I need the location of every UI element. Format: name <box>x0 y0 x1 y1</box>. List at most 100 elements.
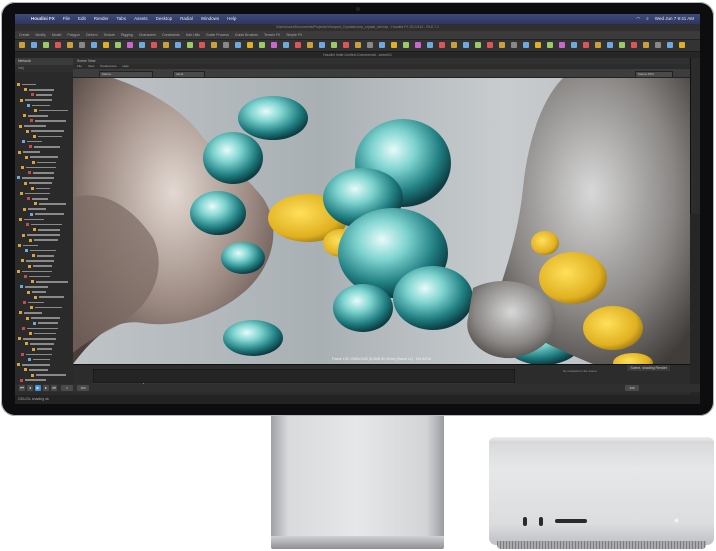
skip-end-icon[interactable]: ⏭ <box>51 385 57 391</box>
shelf-tool-icon[interactable] <box>619 42 625 48</box>
render-image[interactable]: Frame 193, 2560x1440 (8.2MB 80.40ms) (fr… <box>73 78 690 364</box>
clock[interactable]: Wed Jun 7 9:41 AM <box>655 14 694 24</box>
shelf-tool-icon[interactable] <box>535 42 541 48</box>
shelf-tool-icon[interactable] <box>199 42 205 48</box>
shelf-tool-icon[interactable] <box>475 42 481 48</box>
viewport-menu-item[interactable]: View <box>88 64 94 68</box>
network-panel-header[interactable]: Network <box>15 58 73 65</box>
shelf-tab[interactable]: Rigging <box>121 31 133 39</box>
shelf-tab[interactable]: Texture <box>104 31 115 39</box>
shelf-tab[interactable]: Modify <box>36 31 46 39</box>
shelf-tool-icon[interactable] <box>355 42 361 48</box>
shelf-tool-icon[interactable] <box>103 42 109 48</box>
shelf-tool-icon[interactable] <box>43 42 49 48</box>
shelf-tab[interactable]: Guide Process <box>206 31 229 39</box>
network-path[interactable]: /obj <box>15 65 73 72</box>
shelf-tool-icon[interactable] <box>403 42 409 48</box>
menu-item[interactable]: Help <box>227 14 236 24</box>
viewport-menu-item[interactable]: File <box>77 64 82 68</box>
shelf-tool-icon[interactable] <box>319 42 325 48</box>
shelf-tool-icon[interactable] <box>31 42 37 48</box>
shelf-tool-icon[interactable] <box>295 42 301 48</box>
shelf-tool-icon[interactable] <box>643 42 649 48</box>
shelf-tool-icon[interactable] <box>115 42 121 48</box>
shelf-tab[interactable]: Create <box>19 31 30 39</box>
shelf-tool-icon[interactable] <box>235 42 241 48</box>
shelf-tool-icon[interactable] <box>91 42 97 48</box>
step-back-icon[interactable]: ◂ <box>27 385 33 391</box>
frame-end-field[interactable]: 240 <box>625 385 639 391</box>
menu-item[interactable]: Desktop <box>156 14 173 24</box>
viewport-menu-item[interactable]: Help <box>122 64 128 68</box>
search-icon[interactable]: ⌕ <box>646 14 649 24</box>
render-delegate-select[interactable]: Karma XPU <box>635 70 673 78</box>
shelf-tool-icon[interactable] <box>151 42 157 48</box>
shelf-tool-icon[interactable] <box>79 42 85 48</box>
viewport-menu-item[interactable]: Preferences <box>100 64 116 68</box>
menu-item[interactable]: Render <box>94 14 109 24</box>
shelf-tool-icon[interactable] <box>307 42 313 48</box>
scene-viewport[interactable]: Scene View File View Preferences Help Karma… <box>73 58 694 364</box>
menu-item[interactable]: Assets <box>134 14 148 24</box>
shelf-tab[interactable]: Guide Brushes <box>235 31 258 39</box>
shelf-tool-icon[interactable] <box>463 42 469 48</box>
timeline-track[interactable] <box>93 369 515 383</box>
shelf-tab[interactable]: Terrain FX <box>264 31 280 39</box>
shelf-tool-icon[interactable] <box>163 42 169 48</box>
shelf-tool-icon[interactable] <box>607 42 613 48</box>
menu-item[interactable]: Windows <box>201 14 219 24</box>
shelf-tool-icon[interactable] <box>487 42 493 48</box>
renderer-select[interactable]: Karma <box>99 70 153 78</box>
shelf-tool-icon[interactable] <box>223 42 229 48</box>
menu-item[interactable]: Edit <box>78 14 86 24</box>
shelf-tool-icon[interactable] <box>55 42 61 48</box>
shelf-tool-icon[interactable] <box>631 42 637 48</box>
wifi-icon[interactable]: ◠ <box>636 14 640 24</box>
step-forward-icon[interactable]: ▸ <box>43 385 49 391</box>
shelf-tool-icon[interactable] <box>451 42 457 48</box>
shelf-tool-icon[interactable] <box>259 42 265 48</box>
skip-start-icon[interactable]: ⏮ <box>19 385 25 391</box>
tree-row[interactable] <box>17 378 71 383</box>
shelf-tool-icon[interactable] <box>667 42 673 48</box>
shelf-tool-icon[interactable] <box>547 42 553 48</box>
shelf-tab[interactable]: Characters <box>139 31 156 39</box>
camera-select[interactable]: cam1 <box>173 70 205 78</box>
menu-item[interactable]: File <box>63 14 70 24</box>
shelf-tool-icon[interactable] <box>439 42 445 48</box>
shelf-tab[interactable]: Hair Utils <box>186 31 200 39</box>
shelf-tool-icon[interactable] <box>379 42 385 48</box>
shelf-tool-icon[interactable] <box>187 42 193 48</box>
shelf-tool-icon[interactable] <box>127 42 133 48</box>
shelf-tool-icon[interactable] <box>595 42 601 48</box>
shelf-tool-icon[interactable] <box>523 42 529 48</box>
shelf-tool-icon[interactable] <box>283 42 289 48</box>
menu-item[interactable]: Houdini FX <box>31 14 55 24</box>
shelf-tool-icon[interactable] <box>331 42 337 48</box>
shelf-tool-icon[interactable] <box>559 42 565 48</box>
shelf-tool-icon[interactable] <box>391 42 397 48</box>
shelf-tool-icon[interactable] <box>499 42 505 48</box>
play-icon[interactable]: ▶ <box>35 385 41 391</box>
shelf-tool-icon[interactable] <box>19 42 25 48</box>
shelf-tool-icon[interactable] <box>67 42 73 48</box>
shelf-tool-icon[interactable] <box>655 42 661 48</box>
shelf-tool-icon[interactable] <box>139 42 145 48</box>
menu-item[interactable]: Radial <box>180 14 193 24</box>
shelf-tab[interactable]: Deform <box>86 31 97 39</box>
shelf-tool-icon[interactable] <box>511 42 517 48</box>
menu-item[interactable]: Tabs <box>117 14 127 24</box>
shelf-tool-icon[interactable] <box>247 42 253 48</box>
frame-start-field[interactable]: 1 <box>61 385 73 391</box>
shelf-tab[interactable]: Model <box>52 31 62 39</box>
shelf-tool-icon[interactable] <box>343 42 349 48</box>
shelf-tool-icon[interactable] <box>583 42 589 48</box>
shelf-tool-icon[interactable] <box>271 42 277 48</box>
frame-current-field[interactable]: 193 <box>77 385 89 391</box>
shelf-tool-icon[interactable] <box>367 42 373 48</box>
shelf-tool-icon[interactable] <box>415 42 421 48</box>
shelf-tool-icon[interactable] <box>211 42 217 48</box>
shelf-tab[interactable]: Polygon <box>67 31 80 39</box>
shelf-tab[interactable]: Simple FX <box>286 31 302 39</box>
shelf-tool-icon[interactable] <box>571 42 577 48</box>
